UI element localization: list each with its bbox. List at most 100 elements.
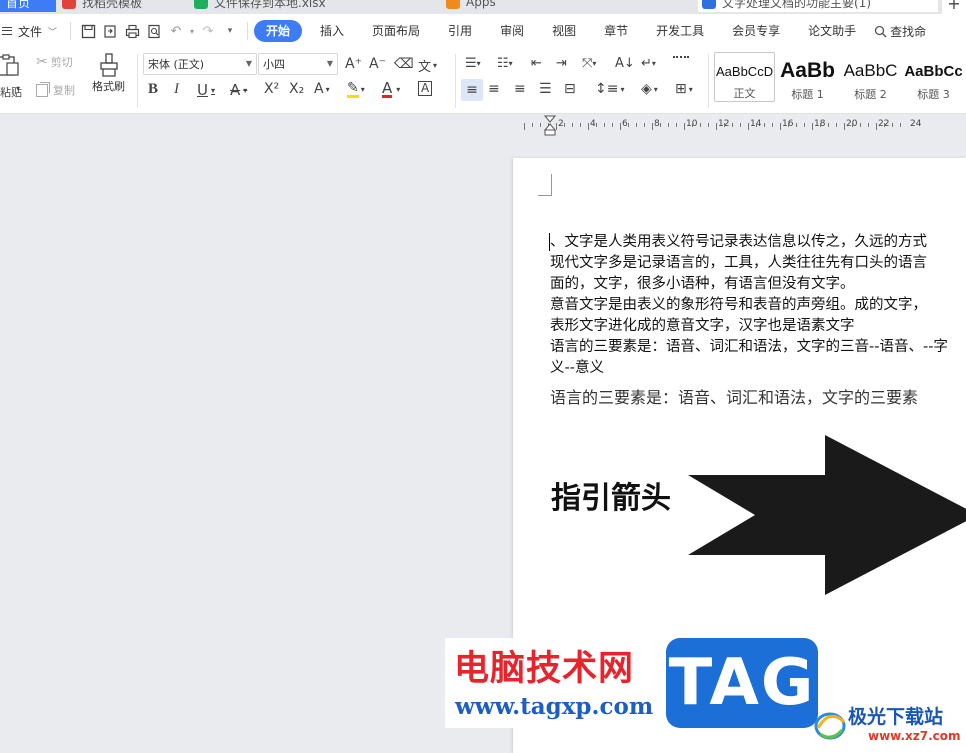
doc-line[interactable]: 语言的三要素是：语音、词汇和语法，文字的三音--语音、--字 bbox=[550, 338, 948, 357]
tab-xlsx[interactable]: 文件保存到本地.xlsx bbox=[194, 0, 440, 12]
cut-button[interactable]: ✂ 剪切 bbox=[36, 54, 73, 70]
borders-shading-button[interactable] bbox=[673, 56, 689, 64]
ruler-tick bbox=[612, 123, 613, 127]
chevron-down-icon: ▾ bbox=[210, 85, 215, 95]
save-icon[interactable] bbox=[77, 20, 99, 42]
tab-page-layout[interactable]: 页面布局 bbox=[362, 20, 430, 42]
text-effect-button[interactable]: A ▾ bbox=[314, 81, 330, 97]
style-normal-name: 正文 bbox=[733, 87, 756, 100]
doc-line[interactable]: 表形文字进化成的意音文字，汉字也是语素文字 bbox=[550, 317, 855, 336]
paste-dropdown-icon[interactable]: ▾ bbox=[16, 84, 20, 93]
style-normal[interactable]: AaBbCcD 正文 bbox=[714, 52, 776, 102]
style-heading-3[interactable]: AaBbCc 标题 3 bbox=[903, 52, 964, 102]
superscript-icon: X² bbox=[264, 81, 280, 97]
tab-apps[interactable]: Apps bbox=[446, 0, 692, 12]
italic-button[interactable]: I bbox=[174, 81, 179, 98]
tab-references[interactable]: 引用 bbox=[438, 20, 482, 42]
char-border-button[interactable]: A bbox=[418, 81, 433, 96]
show-marks-button[interactable]: ↵ ▾ bbox=[641, 56, 656, 71]
sort-button[interactable]: A↓ bbox=[615, 56, 635, 71]
dotted-border-icon bbox=[673, 56, 689, 64]
doc-line[interactable]: 现代文字多是记录语言的，工具，人类往往先有口头的语言 bbox=[550, 254, 927, 273]
ruler-tick bbox=[764, 123, 765, 127]
borders-button[interactable]: ⊞ ▾ bbox=[675, 81, 693, 97]
tab-review[interactable]: 审阅 bbox=[490, 20, 534, 42]
font-size-select[interactable]: 小四 ▼ bbox=[258, 53, 338, 75]
tab-member[interactable]: 会员专享 bbox=[722, 20, 790, 42]
grow-font-button[interactable]: A⁺ bbox=[345, 56, 362, 72]
decrease-indent-button[interactable]: ⇤ bbox=[531, 56, 542, 71]
redo-icon[interactable]: ↷ bbox=[197, 20, 219, 42]
bold-button[interactable]: B bbox=[148, 81, 158, 98]
style-heading-1[interactable]: AaBb 标题 1 bbox=[777, 52, 838, 102]
command-search[interactable]: 查找命 bbox=[874, 23, 926, 40]
print-icon[interactable] bbox=[121, 20, 143, 42]
distributed-button[interactable]: ⊟ bbox=[564, 81, 576, 97]
eraser-icon: ⌫ bbox=[394, 56, 414, 72]
tab-strip: 首页 找稻壳模板 文件保存到本地.xlsx Apps 文字处理文档的功能主要(1… bbox=[0, 0, 966, 14]
tab-thesis-assistant[interactable]: 论文助手 bbox=[798, 20, 866, 42]
shading-button[interactable]: ◈ ▾ bbox=[641, 81, 658, 97]
doc-line-serif[interactable]: 语言的三要素是：语音、词汇和语法，文字的三要素 bbox=[550, 388, 918, 407]
arrow-shape[interactable] bbox=[688, 435, 966, 595]
shrink-font-button[interactable]: A⁻ bbox=[369, 56, 386, 72]
align-center-button[interactable]: ≡ bbox=[488, 81, 500, 97]
tab-section[interactable]: 章节 bbox=[594, 20, 638, 42]
search-icon bbox=[875, 25, 887, 37]
chevron-down-icon: ▼ bbox=[326, 59, 333, 68]
justify-button[interactable]: ☰ bbox=[539, 81, 552, 97]
arrow-caption[interactable]: 指引箭头 bbox=[551, 473, 671, 517]
paint-bucket-icon: ◈ bbox=[641, 81, 652, 97]
style-heading-2[interactable]: AaBbC 标题 2 bbox=[840, 52, 901, 102]
tab-insert[interactable]: 插入 bbox=[310, 20, 354, 42]
indent-marker-icon[interactable] bbox=[544, 115, 556, 137]
subscript-button[interactable]: X₂ bbox=[289, 81, 304, 97]
line-spacing-button[interactable]: ↕≡ ▾ bbox=[595, 81, 624, 97]
doc-line[interactable]: 意音文字是由表义的象形符号和表音的声旁组。成的文字， bbox=[550, 296, 927, 315]
tab-developer[interactable]: 开发工具 bbox=[646, 20, 714, 42]
align-right-button[interactable]: ≡ bbox=[514, 81, 526, 97]
tab-home[interactable]: 首页 bbox=[0, 0, 56, 12]
horizontal-ruler[interactable]: 24681012141618202224 bbox=[520, 115, 966, 135]
subscript-icon: X₂ bbox=[289, 81, 305, 97]
ruler-number: 6 bbox=[622, 119, 628, 129]
increase-indent-button[interactable]: ⇥ bbox=[556, 56, 567, 71]
underline-button[interactable]: U ▾ bbox=[197, 81, 215, 99]
tab-start[interactable]: 开始 bbox=[254, 20, 303, 42]
tab-view[interactable]: 视图 bbox=[542, 20, 586, 42]
strikethrough-button[interactable]: A ▾ bbox=[230, 81, 247, 99]
print-preview-icon[interactable] bbox=[143, 20, 165, 42]
tab-home-label: 首页 bbox=[6, 0, 31, 10]
doc-line[interactable]: 义--意义 bbox=[550, 359, 604, 378]
copy-button[interactable]: 复制 bbox=[36, 82, 75, 98]
ruler-tick bbox=[628, 123, 629, 127]
doc-line[interactable]: 面的，文字，很多小语种，有语言但没有文字。 bbox=[550, 275, 855, 294]
highlight-button[interactable]: ✎ ▾ bbox=[347, 81, 365, 98]
new-tab-button[interactable]: + bbox=[942, 0, 966, 14]
font-name-select[interactable]: 宋体 (正文) ▼ bbox=[143, 53, 257, 75]
ruler-number: 24 bbox=[910, 119, 922, 129]
phonetic-guide-button[interactable]: 文 ▾ bbox=[418, 56, 437, 75]
scissors-icon: ✂ bbox=[36, 54, 48, 70]
bullet-list-button[interactable]: ☰ ▾ bbox=[465, 56, 481, 71]
export-icon[interactable] bbox=[99, 20, 121, 42]
numbered-list-button[interactable]: ☷ ▾ bbox=[497, 56, 513, 71]
clear-format-button[interactable]: ⌫ bbox=[394, 56, 414, 72]
undo-dropdown-icon[interactable]: ▾ bbox=[187, 20, 197, 42]
paste-button[interactable] bbox=[0, 54, 20, 76]
align-left-button[interactable]: ≡ bbox=[461, 79, 483, 101]
format-painter-button[interactable]: 格式刷 bbox=[92, 52, 125, 94]
doc-line[interactable]: 、文字是人类用表义符号记录表达信息以传之，久远的方式 bbox=[550, 233, 927, 252]
ruler-tick bbox=[524, 123, 525, 130]
file-menu-button[interactable]: 文件 ﹀ bbox=[0, 23, 64, 40]
chinese-layout-button[interactable]: ⤧ ▾ bbox=[582, 56, 596, 71]
font-color-button[interactable]: A ▾ bbox=[382, 81, 400, 98]
tab-active-document[interactable]: 文字处理文档的功能主要(1) bbox=[698, 0, 938, 12]
chevron-down-icon: ▾ bbox=[688, 84, 693, 94]
superscript-button[interactable]: X² bbox=[264, 81, 279, 97]
ruler-tick bbox=[652, 123, 653, 130]
aurora-site-url: www.xz7.com bbox=[868, 729, 961, 743]
undo-icon[interactable]: ↶ bbox=[165, 20, 187, 42]
tab-template[interactable]: 找稻壳模板 bbox=[62, 0, 190, 12]
customize-toolbar-icon[interactable]: ▾ bbox=[219, 20, 241, 42]
